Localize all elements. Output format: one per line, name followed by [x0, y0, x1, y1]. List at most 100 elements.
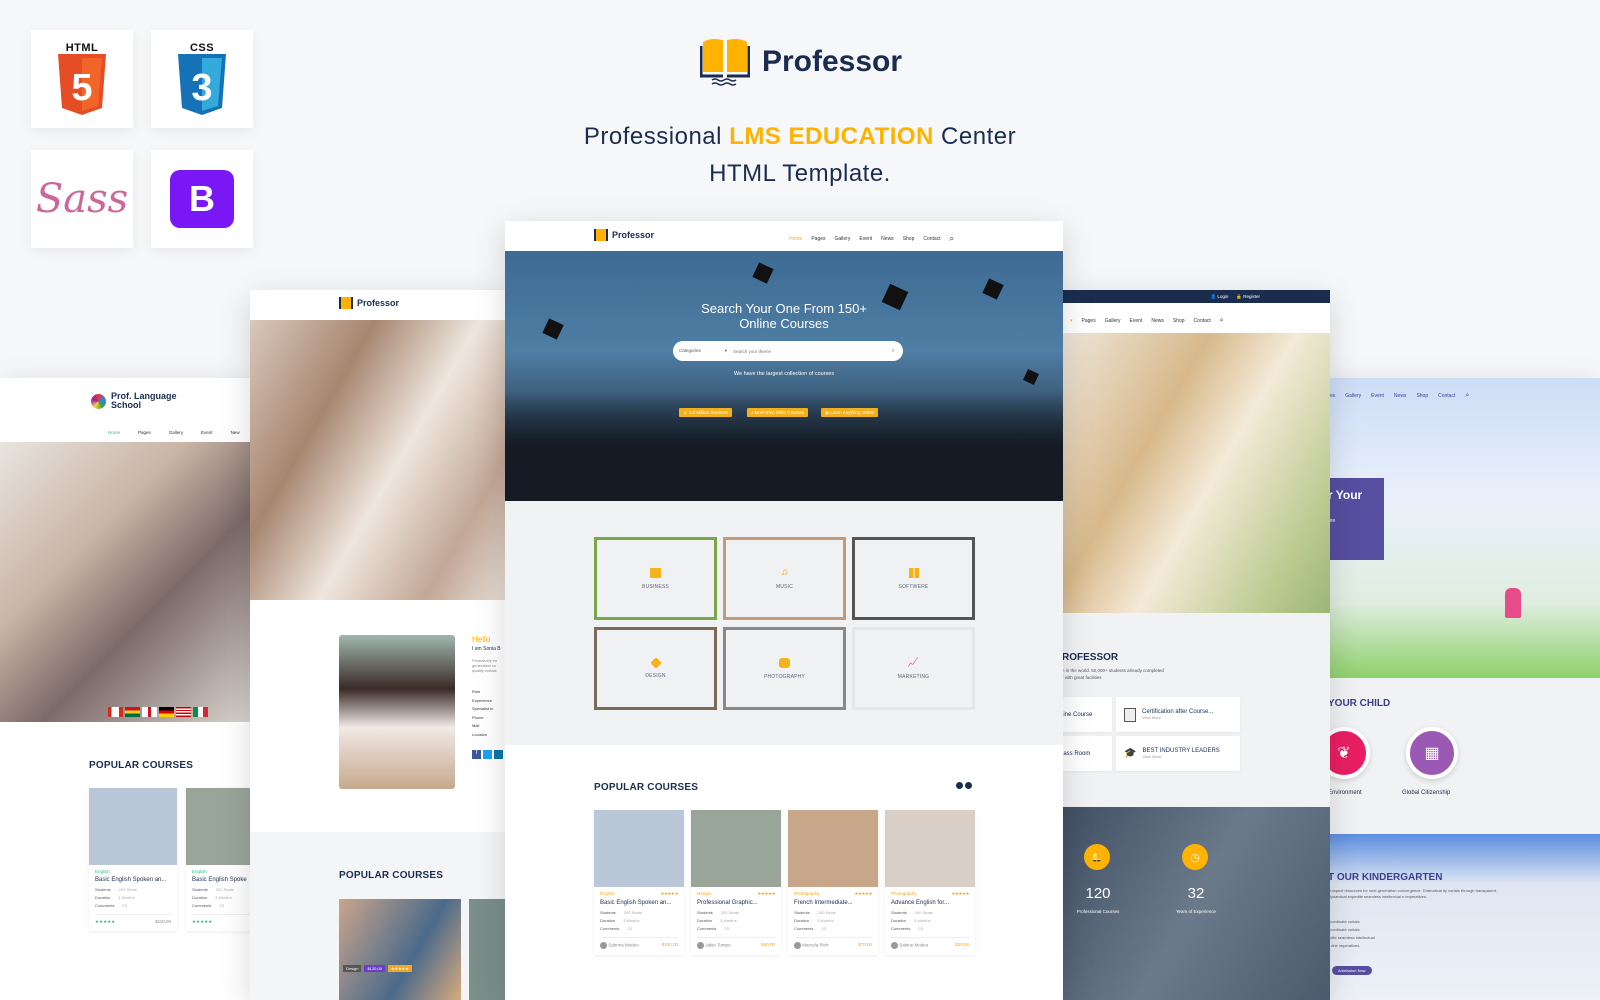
rating-stars: ★★★★★ [660, 891, 678, 896]
linkedin-icon[interactable] [494, 750, 503, 759]
rating-stars: ★★★★★ [192, 919, 213, 924]
course-title[interactable]: Advance English for... [891, 900, 969, 906]
search-icon[interactable]: ⌕ [892, 348, 903, 355]
nav-pages[interactable]: Pages [138, 430, 151, 435]
course-image: Design $120.00 ★★★★★ [339, 899, 461, 1000]
nav-gallery[interactable]: Gallery [1105, 318, 1121, 324]
nav-event[interactable]: Event [859, 236, 872, 242]
rating-stars: ★★★★★ [95, 919, 116, 924]
course-category: English [600, 891, 615, 896]
rating-stars: ★★★★★ [854, 891, 872, 896]
feature-class-room[interactable]: lass Room [1060, 736, 1112, 771]
course-card[interactable]: Photography ★★★★★ Advance English for... St… [885, 810, 975, 955]
search-icon[interactable]: ⌕ [1465, 392, 1469, 400]
briefcase-icon [650, 567, 661, 578]
nav-gallery[interactable]: Gallery [1345, 393, 1361, 399]
category-photography[interactable]: PHOTOGRAPHY [723, 627, 846, 710]
search-icon[interactable]: ⌕ [1220, 317, 1224, 325]
course-price: $150.00 [661, 942, 678, 947]
your-child-title: YOUR CHILD [1328, 698, 1391, 709]
register-link[interactable]: 🔒 Register [1236, 294, 1260, 300]
html5-shield-icon: 5 [58, 54, 106, 115]
course-title[interactable]: Basic English Spoke [192, 877, 255, 883]
css-badge: CSS 3 [151, 30, 253, 128]
facebook-icon[interactable]: f [472, 750, 481, 759]
camera-icon [779, 657, 790, 668]
header-logo[interactable]: Professor [594, 229, 654, 241]
category-select[interactable]: Categories ▾ [673, 348, 733, 354]
category-softwere[interactable]: SOFTWERE [852, 537, 975, 620]
author-name[interactable]: Jakie Tompo [697, 942, 730, 949]
category-design[interactable]: DESIGN [594, 627, 717, 710]
nav-gallery[interactable]: Gallery [169, 430, 183, 435]
students-pill: ☺ 1.5 Million Students [679, 408, 733, 417]
nav-shop[interactable]: Shop [1416, 393, 1428, 399]
html-badge: HTML 5 [31, 30, 133, 128]
avatar [794, 942, 801, 949]
feature-industry-leaders[interactable]: 🎓 BEST INDUSTRY LEADERS View More [1116, 736, 1240, 771]
nav-event[interactable]: Event [201, 430, 213, 435]
nav-news[interactable]: News [1394, 393, 1407, 399]
main-header [505, 221, 1063, 251]
nav-shop[interactable]: Shop [1173, 318, 1185, 324]
nav-news[interactable]: News [881, 236, 894, 242]
rating-stars: ★★★★★ [387, 965, 412, 972]
course-card[interactable]: English Basic English Spoke Students 200 … [186, 788, 255, 931]
login-link[interactable]: 👤 Login [1211, 294, 1229, 300]
nav-pages[interactable]: es [1330, 393, 1335, 399]
course-title[interactable]: Professional Graphic... [697, 900, 775, 906]
author-name[interactable]: Sabrina Modeo [600, 942, 639, 949]
flag-england-icon [142, 707, 157, 717]
course-title[interactable]: French Intermediate... [794, 900, 872, 906]
course-card[interactable]: Design ★★★★★ Professional Graphic... Studen… [691, 810, 781, 955]
feature-online-course[interactable]: line Course [1060, 697, 1112, 732]
avatar [600, 942, 607, 949]
next-arrow-icon[interactable] [965, 782, 972, 789]
nav-contact[interactable]: Contact [1194, 318, 1211, 324]
stats-section: 🔔 ◷ 120 Professional Courses 32 Years of… [1060, 807, 1330, 1000]
nav-event[interactable]: Event [1130, 318, 1143, 324]
course-card[interactable]: Photography ★★★★★ French Intermediate... St… [788, 810, 878, 955]
kindergarten-nav: es Gallery Event News Shop Contact ⌕ [1330, 392, 1469, 400]
certificate-icon [1124, 707, 1136, 722]
nav-pages[interactable]: Pages [1082, 318, 1096, 324]
nav-home[interactable]: Home [789, 236, 802, 242]
category-marketing[interactable]: 📈 MARKETING [852, 627, 975, 710]
nav-home[interactable]: Home [108, 430, 120, 435]
category-music[interactable]: ♫ MUSIC [723, 537, 846, 620]
course-title[interactable]: Basic English Spoken an... [95, 877, 171, 883]
course-search-bar: Categories▾ ⌕ [673, 341, 903, 361]
nav-contact[interactable]: Contact [1438, 393, 1455, 399]
nav-shop[interactable]: Shop [903, 236, 915, 242]
avatar [891, 942, 898, 949]
nav-news[interactable]: News [1151, 318, 1164, 324]
course-price: $70.00 [858, 942, 872, 947]
twitter-icon[interactable] [483, 750, 492, 759]
nav-news[interactable]: New [231, 430, 240, 435]
course-card[interactable]: English ★★★★★ Basic English Spoken an... St… [594, 810, 684, 955]
nav-event[interactable]: Event [1371, 393, 1384, 399]
author-name[interactable]: Marcela Rich [794, 942, 829, 949]
nav-gallery[interactable]: Gallery [835, 236, 851, 242]
author-name[interactable]: Sabine Modeo [891, 942, 928, 949]
category-business[interactable]: BUSINESS [594, 537, 717, 620]
layers-icon [649, 656, 662, 669]
kindergarten-bullets: ocordinate vortals ocordinate vortals edit… [1328, 919, 1375, 948]
windows-icon [908, 567, 919, 578]
nav-contact[interactable]: Contact [923, 236, 940, 242]
grad-cap-icon [752, 262, 774, 284]
citizenship-circle[interactable]: ▦ [1406, 727, 1458, 779]
search-icon[interactable]: ⌕ [950, 234, 954, 244]
admission-button[interactable]: Admission Now [1332, 966, 1372, 975]
course-title[interactable]: Basic English Spoken an... [600, 900, 678, 906]
feature-certification[interactable]: Certification after Course... View More [1116, 697, 1240, 732]
music-note-icon: ♫ [780, 567, 789, 578]
nav-home[interactable]: ▾ [1070, 318, 1073, 324]
open-book-icon [700, 38, 750, 86]
students-photo [0, 442, 255, 722]
rating-stars: ★★★★★ [757, 891, 775, 896]
prev-arrow-icon[interactable] [956, 782, 963, 789]
search-input[interactable] [733, 348, 892, 354]
nav-pages[interactable]: Pages [811, 236, 825, 242]
course-card[interactable]: English Basic English Spoken an... Stude… [89, 788, 177, 931]
